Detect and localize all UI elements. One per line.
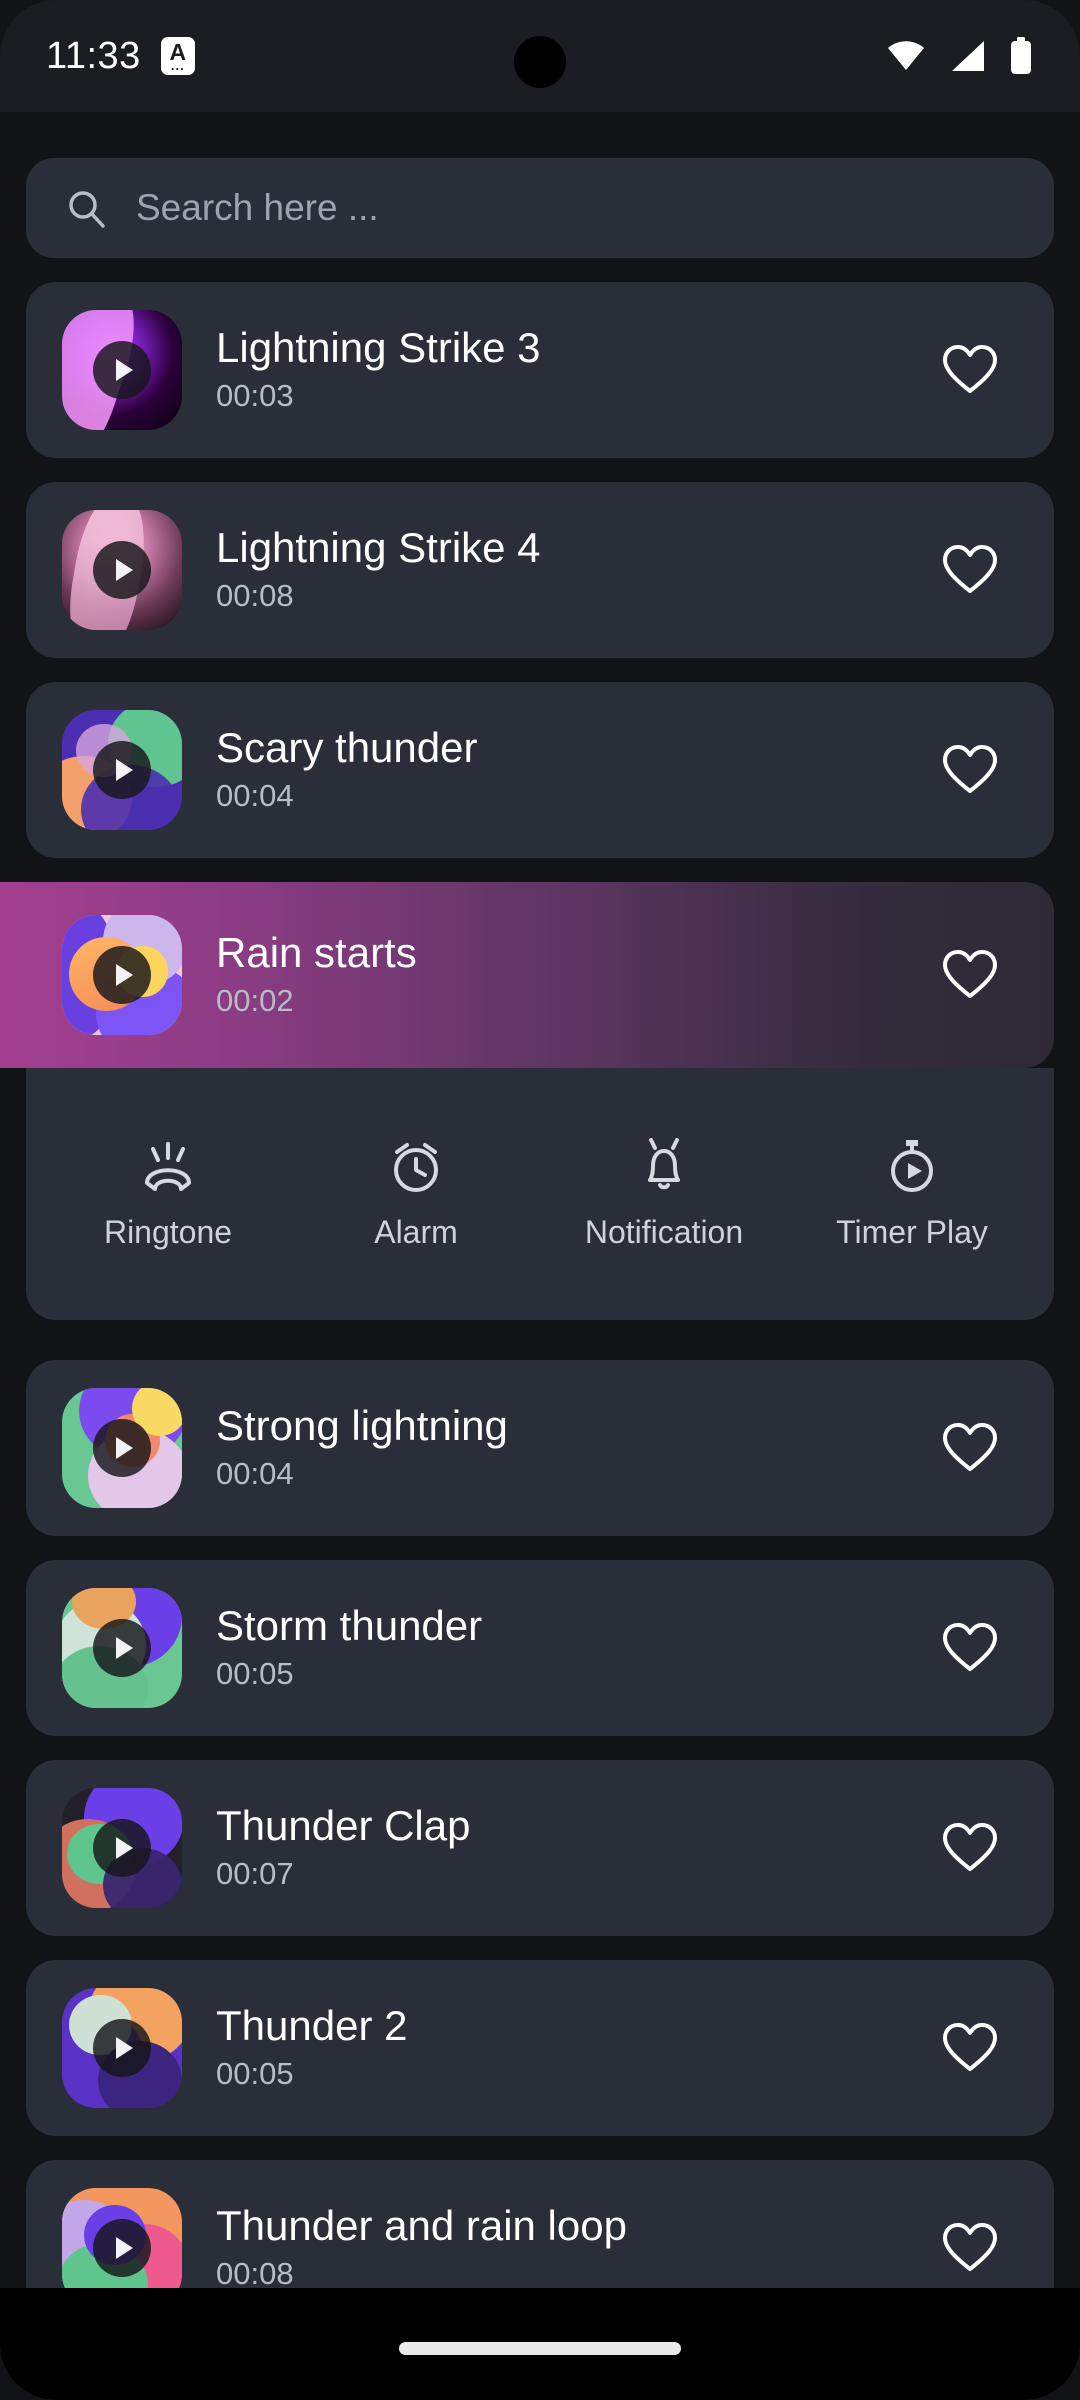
sound-duration: 00:03 bbox=[216, 378, 294, 414]
sound-row[interactable]: Scary thunder 00:04 bbox=[26, 682, 1054, 858]
sound-title: Thunder and rain loop bbox=[216, 2201, 627, 2249]
favorite-button[interactable] bbox=[924, 2222, 1016, 2274]
sound-meta: Strong lightning 00:04 bbox=[216, 1401, 924, 1492]
wifi-icon bbox=[886, 39, 926, 73]
cellular-signal-icon bbox=[948, 39, 986, 73]
sound-thumbnail[interactable] bbox=[62, 1988, 182, 2108]
sound-duration: 00:05 bbox=[216, 2056, 294, 2092]
action-notification[interactable]: Notification bbox=[540, 1137, 788, 1251]
sound-thumbnail[interactable] bbox=[62, 1588, 182, 1708]
play-button[interactable] bbox=[93, 2219, 151, 2277]
ringing-phone-icon bbox=[137, 1138, 199, 1194]
sound-title: Scary thunder bbox=[216, 723, 478, 771]
sound-meta: Thunder and rain loop 00:08 bbox=[216, 2201, 924, 2292]
sound-meta: Thunder 2 00:05 bbox=[216, 2001, 924, 2092]
gesture-home-pill[interactable] bbox=[399, 2341, 681, 2355]
status-bar-right bbox=[886, 37, 1034, 75]
sound-duration: 00:04 bbox=[216, 1456, 294, 1492]
sound-duration: 00:08 bbox=[216, 2256, 294, 2292]
sound-thumbnail[interactable] bbox=[62, 710, 182, 830]
sound-title: Lightning Strike 3 bbox=[216, 323, 541, 371]
sound-meta: Thunder Clap 00:07 bbox=[216, 1801, 924, 1892]
favorite-button[interactable] bbox=[924, 2022, 1016, 2074]
alarm-clock-icon bbox=[385, 1138, 447, 1194]
status-clock: 11:33 bbox=[46, 34, 141, 77]
system-navigation-bar bbox=[0, 2288, 1080, 2400]
sound-thumbnail[interactable] bbox=[62, 1388, 182, 1508]
camera-punch-hole bbox=[514, 36, 566, 88]
search-icon bbox=[64, 186, 108, 230]
sound-thumbnail[interactable] bbox=[62, 310, 182, 430]
action-label: Ringtone bbox=[103, 1213, 233, 1250]
favorite-button[interactable] bbox=[924, 1622, 1016, 1674]
sound-duration: 00:08 bbox=[216, 578, 294, 614]
bell-icon bbox=[633, 1137, 695, 1194]
sound-duration: 00:02 bbox=[216, 983, 294, 1019]
action-alarm[interactable]: Alarm bbox=[292, 1138, 540, 1251]
sound-title: Lightning Strike 4 bbox=[216, 523, 541, 571]
sound-row[interactable]: Storm thunder 00:05 bbox=[26, 1560, 1054, 1736]
favorite-button[interactable] bbox=[924, 1422, 1016, 1474]
sound-meta: Storm thunder 00:05 bbox=[216, 1601, 924, 1692]
favorite-button[interactable] bbox=[924, 744, 1016, 796]
sound-row-selected[interactable]: Rain starts 00:02 bbox=[0, 882, 1054, 1068]
play-button[interactable] bbox=[93, 1819, 151, 1877]
battery-icon bbox=[1008, 37, 1034, 75]
sound-row[interactable]: Strong lightning 00:04 bbox=[26, 1360, 1054, 1536]
play-button[interactable] bbox=[93, 1419, 151, 1477]
action-label: Timer Play bbox=[836, 1213, 988, 1250]
action-timer-play[interactable]: Timer Play bbox=[788, 1138, 1036, 1251]
search-bar[interactable]: Search here ... bbox=[26, 158, 1054, 258]
favorite-button[interactable] bbox=[924, 344, 1016, 396]
search-input[interactable]: Search here ... bbox=[136, 187, 379, 229]
sound-title: Rain starts bbox=[216, 928, 417, 976]
play-button[interactable] bbox=[93, 341, 151, 399]
phone-screen: 11:33 A ... Search here ... Lightning St… bbox=[0, 0, 1080, 2400]
play-button[interactable] bbox=[93, 741, 151, 799]
status-bar-left: 11:33 A ... bbox=[46, 35, 195, 78]
app-badge-dots: ... bbox=[170, 58, 185, 74]
stopwatch-play-icon bbox=[881, 1138, 943, 1194]
sound-meta: Scary thunder 00:04 bbox=[216, 723, 924, 814]
sound-row[interactable]: Lightning Strike 4 00:08 bbox=[26, 482, 1054, 658]
sound-row[interactable]: Lightning Strike 3 00:03 bbox=[26, 282, 1054, 458]
action-ringtone[interactable]: Ringtone bbox=[44, 1138, 292, 1251]
play-button[interactable] bbox=[93, 946, 151, 1004]
sound-title: Thunder 2 bbox=[216, 2001, 408, 2049]
sound-title: Thunder Clap bbox=[216, 1801, 471, 1849]
sound-title: Storm thunder bbox=[216, 1601, 483, 1649]
sound-thumbnail[interactable] bbox=[62, 915, 182, 1035]
app-badge-icon: A ... bbox=[160, 37, 195, 75]
action-label: Notification bbox=[584, 1213, 744, 1250]
action-label: Alarm bbox=[374, 1213, 458, 1250]
sound-row[interactable]: Thunder Clap 00:07 bbox=[26, 1760, 1054, 1936]
sound-meta: Lightning Strike 3 00:03 bbox=[216, 323, 924, 414]
sound-thumbnail[interactable] bbox=[62, 1788, 182, 1908]
play-button[interactable] bbox=[93, 1619, 151, 1677]
sound-action-panel: Ringtone Alarm Notification Timer Play bbox=[26, 1068, 1054, 1320]
favorite-button[interactable] bbox=[924, 544, 1016, 596]
sound-title: Strong lightning bbox=[216, 1401, 508, 1449]
sound-list-screen: Search here ... Lightning Strike 3 00:03 bbox=[0, 112, 1080, 2400]
sound-meta: Lightning Strike 4 00:08 bbox=[216, 523, 924, 614]
favorite-button[interactable] bbox=[924, 1822, 1016, 1874]
sound-duration: 00:05 bbox=[216, 1656, 294, 1692]
sound-meta: Rain starts 00:02 bbox=[216, 928, 924, 1019]
sound-duration: 00:04 bbox=[216, 778, 294, 814]
play-button[interactable] bbox=[93, 541, 151, 599]
sound-duration: 00:07 bbox=[216, 1856, 294, 1892]
play-button[interactable] bbox=[93, 2019, 151, 2077]
sound-thumbnail[interactable] bbox=[62, 510, 182, 630]
favorite-button[interactable] bbox=[924, 949, 1016, 1001]
sound-row[interactable]: Thunder 2 00:05 bbox=[26, 1960, 1054, 2136]
